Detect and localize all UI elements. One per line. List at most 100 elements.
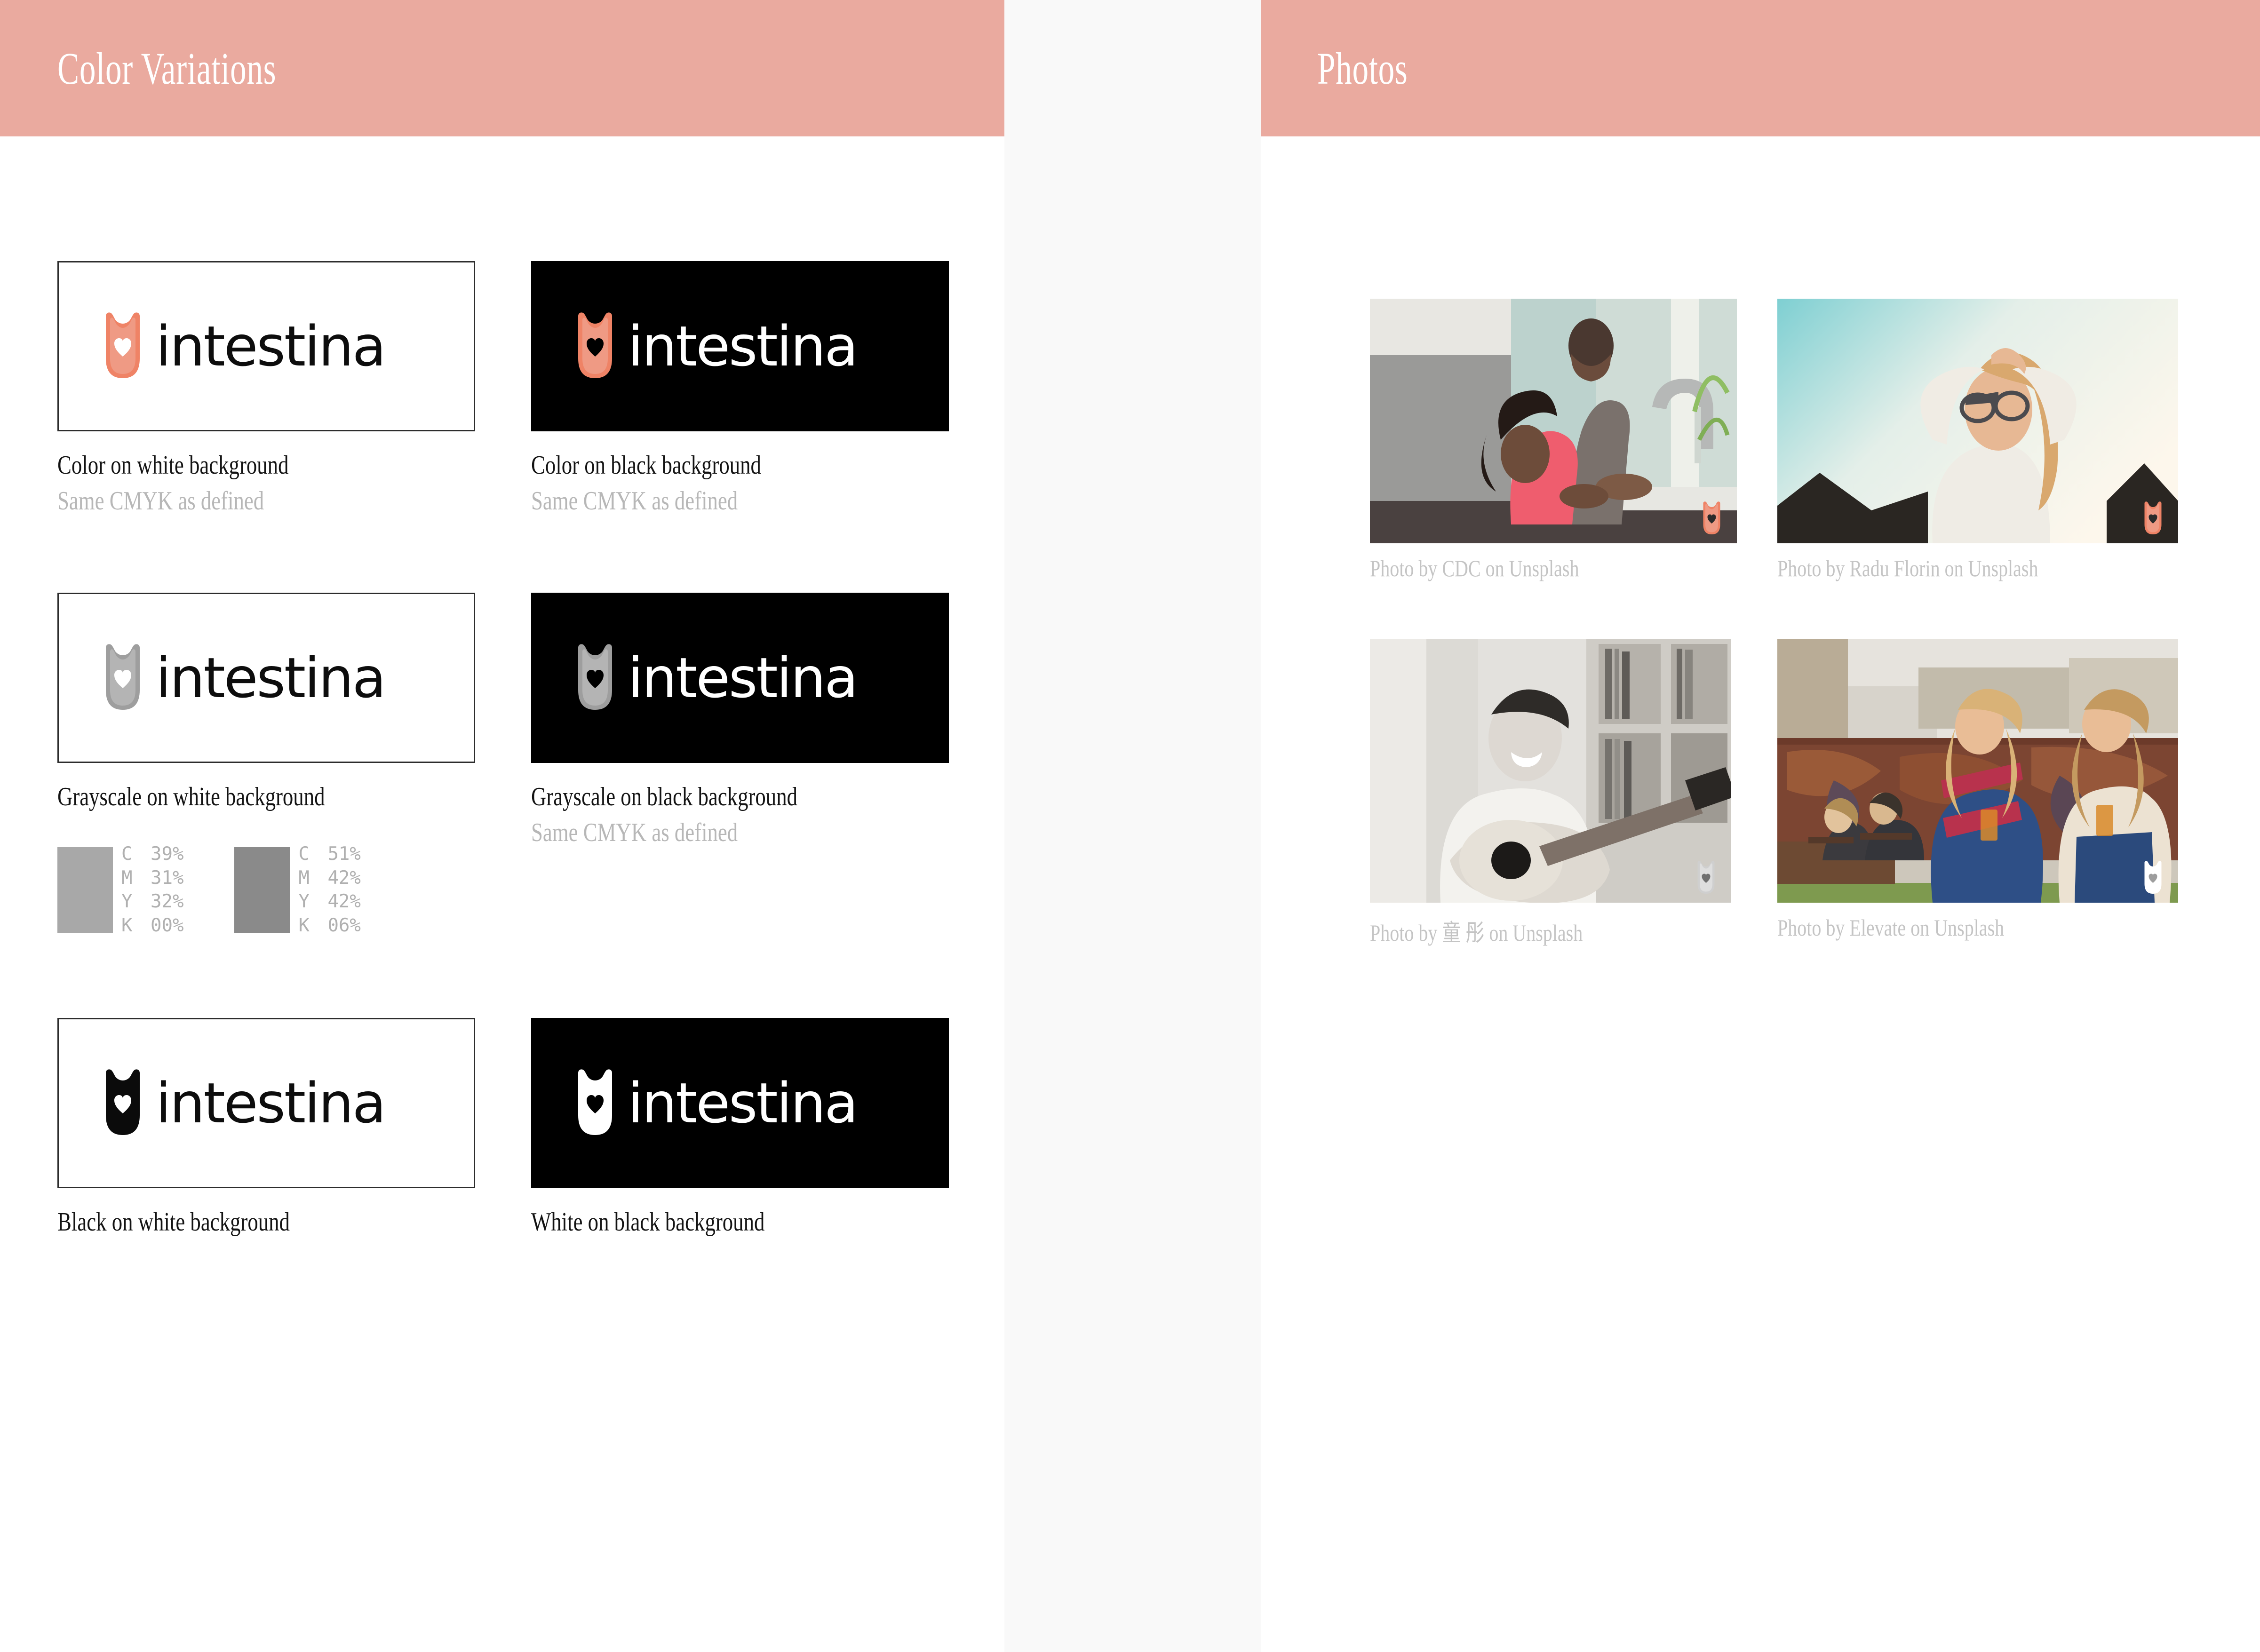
intestina-watermark-icon bbox=[2144, 861, 2162, 894]
cmyk-values: C 39% M 31% Y 32% K 00% bbox=[121, 842, 183, 938]
logo-preview-box: intestina bbox=[531, 261, 949, 431]
intestina-watermark-icon bbox=[1703, 501, 1720, 534]
cmyk-value: 32% bbox=[151, 891, 184, 913]
photo-tong-tong bbox=[1370, 639, 1731, 903]
photo-credit: Photo by Elevate on Unsplash bbox=[1777, 914, 2005, 941]
wordmark-text: intestina bbox=[156, 314, 386, 379]
intestina-shield-icon bbox=[578, 312, 612, 378]
photos-title: Photos bbox=[1317, 43, 1408, 94]
right-page: Photos Photo by CDC on Unsplash Photo by… bbox=[1261, 0, 2260, 1652]
cmyk-row: Y 32% bbox=[121, 890, 183, 914]
photo-credit: Photo by CDC on Unsplash bbox=[1370, 555, 1579, 581]
logo-preview-box: intestina bbox=[531, 1017, 949, 1188]
cmyk-value: 51% bbox=[327, 843, 361, 865]
variation-caption: Grayscale on white background bbox=[57, 782, 325, 811]
logo-variations-grid: intestina Color on white background Same… bbox=[0, 136, 1004, 1314]
photo-row: Photo by CDC on Unsplash Photo by Radu F… bbox=[1370, 299, 2260, 582]
cmyk-key: Y bbox=[121, 891, 133, 913]
variation-grayscale-on-black: intestina Grayscale on black background … bbox=[531, 593, 1005, 938]
cmyk-key: M bbox=[298, 867, 310, 889]
cmyk-key: C bbox=[298, 843, 310, 865]
logo-lockup: intestina bbox=[574, 643, 859, 713]
color-variations-banner: Color Variations bbox=[0, 0, 1004, 136]
intestina-shield-icon bbox=[578, 1069, 612, 1135]
variation-caption: White on black background bbox=[531, 1207, 764, 1237]
photo-image bbox=[1777, 639, 2178, 903]
cmyk-row: C 39% bbox=[121, 842, 183, 866]
cmyk-key: M bbox=[121, 867, 133, 889]
cmyk-value: 06% bbox=[327, 915, 361, 937]
wordmark-text: intestina bbox=[156, 1070, 386, 1136]
left-page: Color Variations intestina Color on whit… bbox=[0, 0, 1004, 1652]
logo-preview-box: intestina bbox=[57, 1017, 475, 1188]
cmyk-key: K bbox=[298, 915, 310, 937]
cmyk-value: 00% bbox=[151, 915, 184, 937]
wordmark-text: intestina bbox=[628, 645, 859, 710]
cmyk-key: C bbox=[121, 843, 133, 865]
intestina-shield-icon bbox=[106, 644, 140, 710]
logo-preview-box: intestina bbox=[57, 593, 475, 763]
cmyk-row: K 06% bbox=[298, 914, 360, 938]
cmyk-row: Y 42% bbox=[298, 890, 360, 914]
photo-image bbox=[1777, 299, 2178, 543]
logo-preview-box: intestina bbox=[57, 261, 475, 431]
cmyk-value: 42% bbox=[327, 891, 361, 913]
cmyk-swatch-group: C 39% M 31% Y 32% K 00% C 51% M 42% Y 42… bbox=[57, 842, 531, 938]
variation-caption: Color on white background bbox=[57, 451, 289, 480]
cmyk-value: 39% bbox=[151, 843, 184, 865]
photo-row: Photo by 童 彤 on Unsplash Photo by Elevat… bbox=[1370, 639, 2260, 948]
variation-color-on-black: intestina Color on black background Same… bbox=[531, 261, 1005, 516]
cmyk-swatch: C 51% M 42% Y 42% K 06% bbox=[234, 842, 361, 938]
variation-subcaption: Same CMYK as defined bbox=[531, 818, 738, 847]
cmyk-key: Y bbox=[298, 891, 310, 913]
cmyk-swatch: C 39% M 31% Y 32% K 00% bbox=[57, 842, 183, 938]
intestina-shield-icon bbox=[106, 312, 140, 378]
variation-subcaption: Same CMYK as defined bbox=[57, 486, 264, 516]
variation-black-on-white: intestina Black on white background bbox=[57, 1017, 531, 1237]
photo-image bbox=[1370, 639, 1731, 903]
wordmark-text: intestina bbox=[628, 1070, 859, 1136]
photo-cell: Photo by Radu Florin on Unsplash bbox=[1777, 299, 2185, 582]
photo-radu-florin bbox=[1777, 299, 2178, 543]
cmyk-value: 31% bbox=[151, 867, 184, 889]
cmyk-color-chip bbox=[234, 847, 290, 933]
cmyk-values: C 51% M 42% Y 42% K 06% bbox=[298, 842, 360, 938]
logo-lockup: intestina bbox=[574, 311, 859, 381]
logo-preview-box: intestina bbox=[531, 593, 949, 763]
variation-row-color: intestina Color on white background Same… bbox=[57, 261, 1004, 516]
wordmark-text: intestina bbox=[156, 645, 386, 710]
intestina-watermark-icon bbox=[2144, 501, 2162, 534]
variation-row-monochrome: intestina Black on white background inte… bbox=[57, 1017, 1004, 1237]
cmyk-color-chip bbox=[57, 847, 113, 933]
variation-color-on-white: intestina Color on white background Same… bbox=[57, 261, 531, 516]
cmyk-value: 42% bbox=[327, 867, 361, 889]
logo-lockup: intestina bbox=[102, 311, 386, 381]
cmyk-row: M 42% bbox=[298, 866, 360, 890]
photo-cell: Photo by 童 彤 on Unsplash bbox=[1370, 639, 1777, 948]
variation-row-grayscale: intestina Grayscale on white background … bbox=[57, 593, 1004, 938]
color-variations-title: Color Variations bbox=[57, 43, 277, 94]
photo-cell: Photo by CDC on Unsplash bbox=[1370, 299, 1777, 582]
photo-cdc bbox=[1370, 299, 1737, 543]
photo-image bbox=[1370, 299, 1737, 543]
variation-subcaption: Same CMYK as defined bbox=[531, 486, 738, 516]
variation-caption: Grayscale on black background bbox=[531, 782, 797, 811]
logo-lockup: intestina bbox=[102, 643, 386, 713]
photos-banner: Photos bbox=[1261, 0, 2260, 136]
intestina-shield-icon bbox=[578, 644, 612, 710]
photo-credit: Photo by Radu Florin on Unsplash bbox=[1777, 555, 2038, 581]
photo-credit: Photo by 童 彤 on Unsplash bbox=[1370, 920, 1583, 946]
variation-grayscale-on-white: intestina Grayscale on white background … bbox=[57, 593, 531, 938]
logo-lockup: intestina bbox=[102, 1068, 386, 1138]
variation-caption: Color on black background bbox=[531, 451, 761, 480]
photo-elevate bbox=[1777, 639, 2178, 903]
photo-cell: Photo by Elevate on Unsplash bbox=[1777, 639, 2185, 948]
variation-caption: Black on white background bbox=[57, 1207, 290, 1237]
wordmark-text: intestina bbox=[628, 314, 859, 379]
cmyk-row: C 51% bbox=[298, 842, 360, 866]
intestina-watermark-icon bbox=[1697, 861, 1715, 894]
cmyk-row: K 00% bbox=[121, 914, 183, 938]
cmyk-row: M 31% bbox=[121, 866, 183, 890]
logo-lockup: intestina bbox=[574, 1068, 859, 1138]
photo-grid: Photo by CDC on Unsplash Photo by Radu F… bbox=[1261, 136, 2260, 1005]
